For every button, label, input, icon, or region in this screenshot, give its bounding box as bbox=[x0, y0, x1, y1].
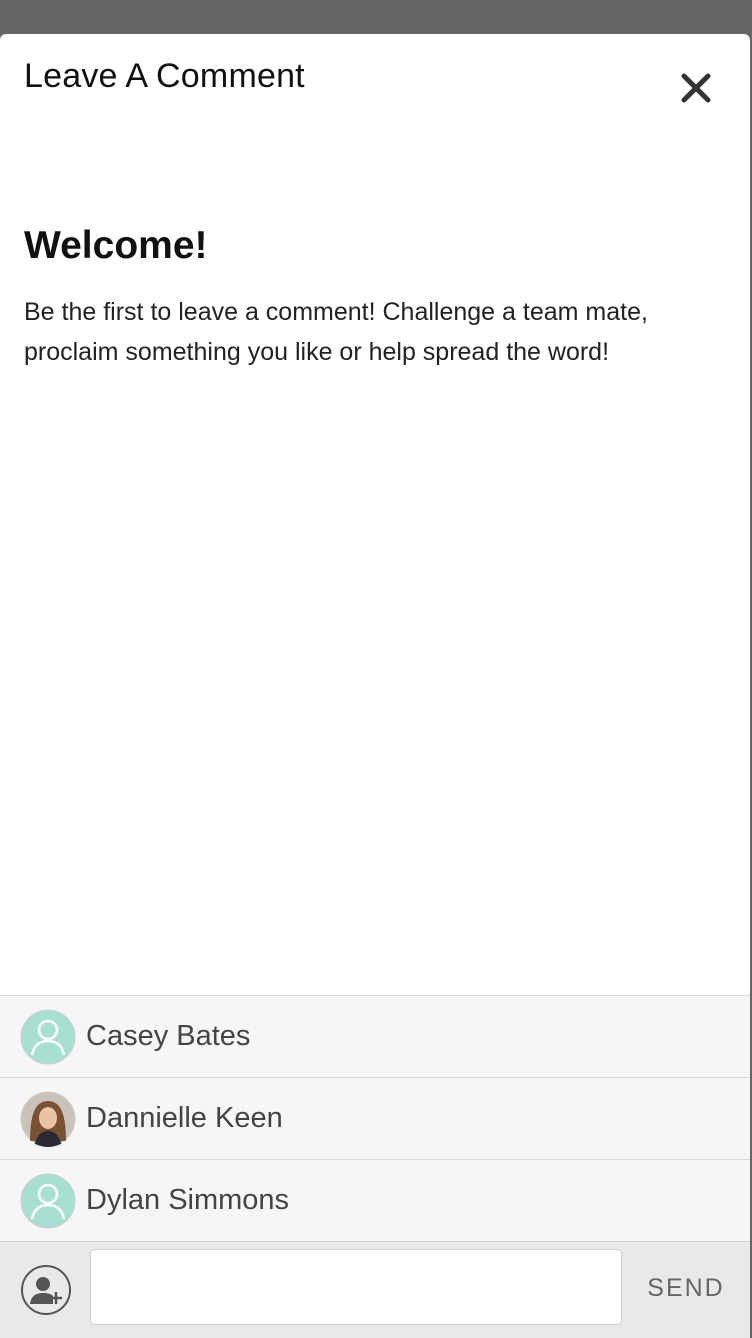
mention-item[interactable]: Dannielle Keen bbox=[0, 1077, 750, 1159]
add-user-button[interactable] bbox=[20, 1264, 72, 1316]
user-photo bbox=[20, 1091, 76, 1147]
welcome-heading: Welcome! bbox=[24, 224, 208, 267]
mention-item[interactable]: Casey Bates bbox=[0, 995, 750, 1077]
comment-composer: SEND bbox=[0, 1241, 750, 1338]
default-user-icon bbox=[20, 1009, 76, 1065]
welcome-text: Be the first to leave a comment! Challen… bbox=[24, 298, 648, 366]
modal-title: Leave A Comment bbox=[24, 57, 305, 95]
default-user-icon bbox=[20, 1173, 76, 1229]
mention-item[interactable]: Dylan Simmons bbox=[0, 1159, 750, 1241]
mention-name: Casey Bates bbox=[86, 1020, 251, 1052]
close-button[interactable] bbox=[674, 66, 718, 110]
mention-suggestion-list: Casey Bates Dannielle Keen Dylan Simmons bbox=[0, 995, 750, 1241]
mention-name: Dylan Simmons bbox=[86, 1184, 290, 1216]
add-user-icon bbox=[21, 1265, 71, 1315]
close-icon bbox=[681, 73, 711, 103]
comment-modal: Leave A Comment Welcome! Be the first to… bbox=[0, 34, 750, 1338]
send-button[interactable]: SEND bbox=[634, 1266, 738, 1310]
mention-name: Dannielle Keen bbox=[86, 1102, 283, 1134]
comment-input[interactable] bbox=[90, 1249, 622, 1325]
